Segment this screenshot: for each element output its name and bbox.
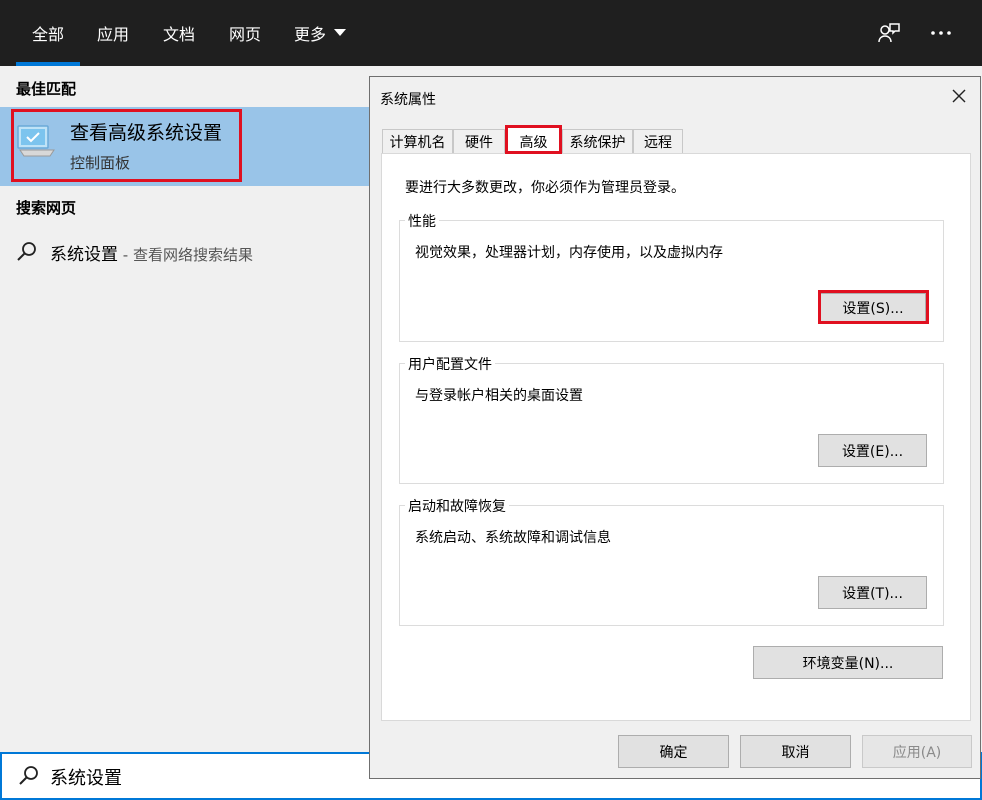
performance-label: 性能 — [405, 211, 439, 231]
user-profiles-label: 用户配置文件 — [405, 354, 495, 374]
highlight-box — [818, 290, 929, 324]
web-search-query: 系统设置 — [50, 245, 118, 265]
tab-web[interactable]: 网页 — [216, 0, 274, 66]
ok-label: 确定 — [659, 744, 688, 761]
startup-recovery-settings-button[interactable]: 设置(T)... — [818, 576, 927, 609]
search-icon — [19, 766, 38, 785]
tab-hardware[interactable]: 硬件 — [453, 129, 505, 154]
tab-remote-label: 远程 — [644, 135, 672, 151]
tab-all-label: 全部 — [31, 25, 64, 44]
tab-hardware-label: 硬件 — [465, 135, 493, 151]
feedback-icon[interactable] — [874, 18, 904, 48]
performance-desc: 视觉效果，处理器计划，内存使用，以及虚拟内存 — [415, 245, 723, 261]
tab-system-protection-label: 系统保护 — [569, 135, 626, 151]
startup-recovery-settings-label: 设置(T)... — [842, 585, 903, 602]
startup-recovery-label: 启动和故障恢复 — [405, 496, 509, 516]
search-icon — [17, 242, 36, 261]
tab-apps-label: 应用 — [96, 25, 129, 44]
tab-documents[interactable]: 文档 — [150, 0, 208, 66]
best-match-heading: 最佳匹配 — [16, 80, 77, 98]
tab-remote[interactable]: 远程 — [633, 129, 683, 154]
highlight-box — [505, 125, 562, 154]
chevron-down-icon — [334, 29, 346, 36]
user-profiles-settings-button[interactable]: 设置(E)... — [818, 434, 927, 467]
dialog-title: 系统属性 — [380, 92, 436, 108]
web-search-suffix: - 查看网络搜索结果 — [118, 246, 253, 264]
ok-button[interactable]: 确定 — [618, 735, 729, 768]
computer-settings-icon — [17, 125, 55, 157]
tab-system-protection[interactable]: 系统保护 — [562, 129, 633, 154]
web-search-text: 系统设置 - 查看网络搜索结果 — [50, 240, 253, 265]
tab-more[interactable]: 更多 — [282, 0, 358, 66]
best-match-title: 查看高级系统设置 — [70, 122, 223, 144]
startup-recovery-desc: 系统启动、系统故障和调试信息 — [415, 530, 611, 546]
cancel-button[interactable]: 取消 — [740, 735, 851, 768]
system-properties-dialog: 系统属性 计算机名 硬件 高级 系统保护 远程 要进行大多数更改，你必须作为管理… — [369, 76, 981, 779]
user-profiles-settings-label: 设置(E)... — [841, 443, 904, 460]
best-match-subtitle: 控制面板 — [70, 154, 131, 172]
environment-variables-label: 环境变量(N)... — [802, 655, 894, 672]
close-button[interactable] — [948, 85, 970, 107]
search-scope-bar: 全部 应用 文档 网页 更多 — [0, 0, 982, 66]
tab-documents-label: 文档 — [162, 25, 195, 44]
admin-note: 要进行大多数更改，你必须作为管理员登录。 — [405, 180, 685, 196]
web-search-heading: 搜索网页 — [16, 199, 77, 217]
tab-more-label: 更多 — [293, 25, 326, 44]
tab-web-label: 网页 — [228, 25, 261, 44]
search-input-value: 系统设置 — [50, 768, 122, 789]
tab-computer-name[interactable]: 计算机名 — [382, 129, 453, 154]
tab-computer-name-label: 计算机名 — [389, 135, 446, 151]
tab-all[interactable]: 全部 — [16, 0, 80, 66]
environment-variables-button[interactable]: 环境变量(N)... — [753, 646, 943, 679]
cancel-label: 取消 — [781, 744, 810, 761]
tab-apps[interactable]: 应用 — [84, 0, 142, 66]
apply-label: 应用(A) — [892, 744, 942, 761]
apply-button[interactable]: 应用(A) — [862, 735, 972, 768]
user-profiles-desc: 与登录帐户相关的桌面设置 — [415, 388, 583, 404]
close-icon — [952, 89, 966, 103]
more-options-icon[interactable] — [926, 18, 956, 48]
